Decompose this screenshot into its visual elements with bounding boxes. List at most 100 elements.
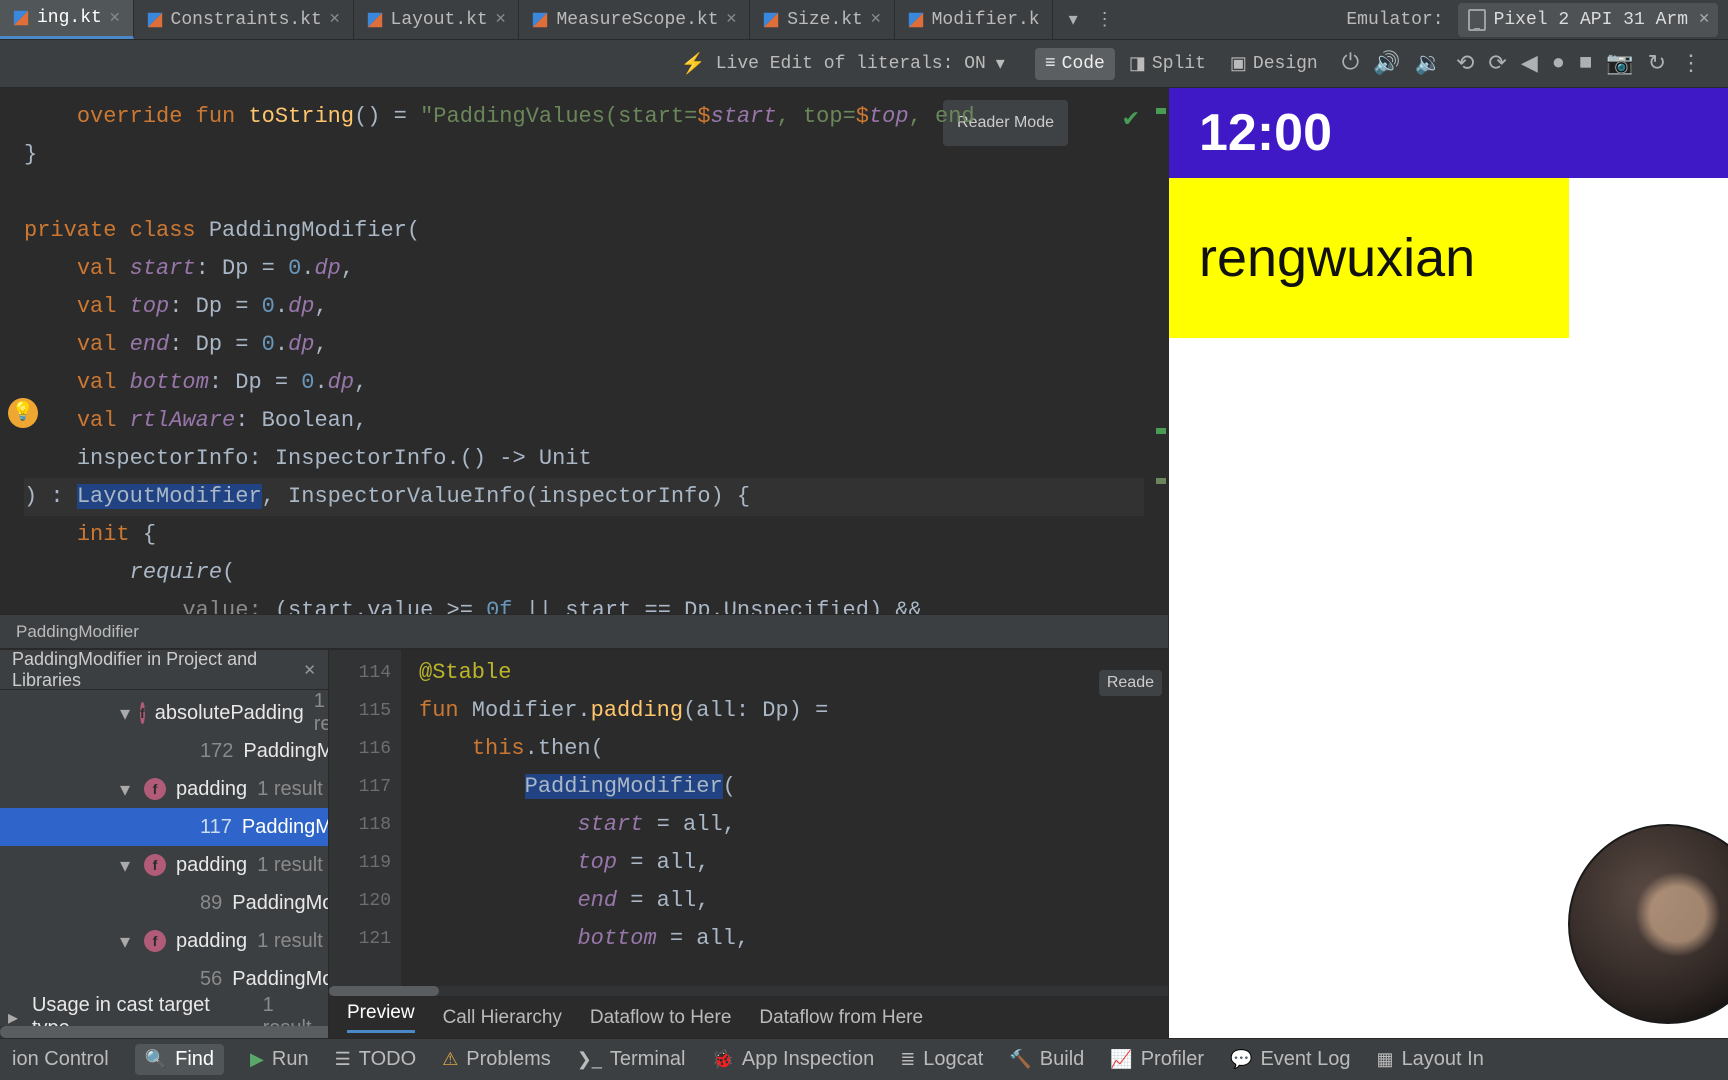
tw-run[interactable]: ▶ Run: [250, 1048, 309, 1071]
screenshot-icon[interactable]: 📷: [1606, 51, 1633, 77]
volume-down-icon[interactable]: 🔉: [1415, 51, 1442, 77]
close-icon[interactable]: ✕: [109, 10, 121, 27]
emulator-section: Emulator: Pixel 2 API 31 Arm ✕: [1336, 0, 1728, 39]
view-code-button[interactable]: ≡ Code: [1035, 48, 1115, 80]
code-content[interactable]: override fun toString() = "PaddingValues…: [0, 88, 1168, 614]
warning-icon: ⚠: [442, 1049, 458, 1070]
power-icon[interactable]: ⏻: [1342, 51, 1359, 76]
find-group-row[interactable]: f padding 1 result: [0, 770, 328, 808]
tw-label: TODO: [359, 1048, 416, 1071]
view-split-button[interactable]: ◨ Split: [1119, 47, 1216, 81]
close-icon[interactable]: ✕: [726, 11, 738, 28]
expand-icon[interactable]: [120, 929, 134, 954]
line-number-gutter: 114 115 116 117 118 119 120 121: [329, 650, 401, 986]
find-usage-row[interactable]: 89 PaddingModifier(: [0, 884, 328, 922]
expand-icon[interactable]: [120, 777, 134, 802]
live-edit-toggle[interactable]: ⚡ Live Edit of literals: ON ▾: [681, 51, 1005, 77]
bolt-icon: ⚡: [681, 51, 706, 77]
close-icon[interactable]: ✕: [1698, 11, 1710, 28]
expand-icon[interactable]: [120, 701, 130, 726]
find-group-row[interactable]: f padding 1 result: [0, 922, 328, 960]
close-icon[interactable]: ✕: [870, 11, 882, 28]
find-title: PaddingModifier in Project and Libraries: [12, 649, 287, 691]
function-icon: f: [140, 702, 145, 724]
terminal-icon: ❯_: [577, 1049, 602, 1070]
tw-problems[interactable]: ⚠ Problems: [442, 1048, 551, 1071]
close-icon[interactable]: ✕: [329, 11, 341, 28]
emulator-controls: ⏻ 🔊 🔉 ⟲ ⟳ ◀ ● ■ 📷 ↻ ⋮: [1328, 40, 1716, 87]
find-usage-row[interactable]: 172 PaddingModifier(: [0, 732, 328, 770]
tw-layout-inspector[interactable]: ▦ Layout In: [1377, 1048, 1484, 1071]
emulator-label: Emulator:: [1346, 10, 1443, 30]
expand-icon[interactable]: [120, 853, 134, 878]
preview-code-content[interactable]: @Stable fun Modifier.padding(all: Dp) = …: [401, 650, 828, 986]
kotlin-file-icon: [762, 11, 780, 29]
split-icon: ◨: [1129, 53, 1146, 75]
find-preview-pane: Reade 114 115 116 117 118 119 120 121 @S…: [328, 650, 1168, 1038]
volume-up-icon[interactable]: 🔊: [1373, 51, 1400, 77]
tab-preview[interactable]: Preview: [347, 1002, 415, 1033]
tw-label: App Inspection: [742, 1048, 874, 1071]
profiler-icon: 📈: [1110, 1049, 1132, 1070]
reader-mode-badge[interactable]: Reade: [1099, 670, 1162, 696]
view-design-button[interactable]: ▣ Design: [1220, 47, 1328, 81]
tab-file-2[interactable]: Layout.kt ✕: [354, 0, 520, 39]
tab-file-1[interactable]: Constraints.kt ✕: [134, 0, 354, 39]
clock-label: 12:00: [1199, 103, 1332, 163]
breadcrumb[interactable]: PaddingModifier: [0, 614, 1168, 648]
more-icon[interactable]: ⋮: [1680, 51, 1702, 77]
back-icon[interactable]: ◀: [1521, 51, 1538, 77]
scrollbar-thumb[interactable]: [0, 1026, 328, 1038]
find-usage-row[interactable]: 56 PaddingModifier(: [0, 960, 328, 998]
rotate-right-icon[interactable]: ⟳: [1488, 51, 1506, 77]
preview-code[interactable]: 114 115 116 117 118 119 120 121 @Stable …: [329, 650, 1168, 986]
tab-label: Constraints.kt: [171, 10, 322, 30]
tab-dataflow-from[interactable]: Dataflow from Here: [759, 1007, 923, 1029]
overview-icon[interactable]: ■: [1579, 51, 1592, 76]
logcat-icon: ≣: [900, 1049, 915, 1070]
chevron-down-icon[interactable]: ▾: [1069, 9, 1078, 31]
more-icon[interactable]: ⋮: [1096, 9, 1114, 31]
kotlin-file-icon: [146, 11, 164, 29]
tw-find[interactable]: 🔍 Find: [135, 1044, 224, 1075]
find-results-tree[interactable]: f absolutePadding 1 result 172 PaddingMo…: [0, 690, 328, 1038]
tab-overflow: ▾ ⋮: [1053, 9, 1130, 31]
tw-version-control[interactable]: ion Control: [12, 1048, 109, 1071]
tw-build[interactable]: 🔨 Build: [1009, 1048, 1084, 1071]
find-usage-row[interactable]: 117 PaddingModifier(: [0, 808, 328, 846]
tab-dataflow-to[interactable]: Dataflow to Here: [590, 1007, 732, 1029]
find-group-row[interactable]: f padding 1 result: [0, 846, 328, 884]
device-name: Pixel 2 API 31 Arm: [1494, 10, 1688, 30]
tw-label: Run: [272, 1048, 309, 1071]
tab-label: Modifier.k: [932, 10, 1040, 30]
tw-app-inspection[interactable]: 🐞 App Inspection: [711, 1048, 874, 1071]
tw-label: Profiler: [1141, 1048, 1204, 1071]
tab-file-3[interactable]: MeasureScope.kt ✕: [519, 0, 750, 39]
app-text: rengwuxian: [1199, 227, 1475, 289]
close-icon[interactable]: ✕: [495, 11, 507, 28]
breadcrumb-item[interactable]: PaddingModifier: [16, 622, 139, 642]
reset-icon[interactable]: ↻: [1648, 51, 1666, 77]
view-label: Code: [1062, 54, 1105, 74]
tw-terminal[interactable]: ❯_ Terminal: [577, 1048, 686, 1071]
home-icon[interactable]: ●: [1552, 51, 1565, 76]
horizontal-scrollbar[interactable]: [0, 1026, 328, 1038]
device-selector[interactable]: Pixel 2 API 31 Arm ✕: [1458, 3, 1718, 37]
tab-file-0[interactable]: ing.kt ✕: [0, 0, 134, 39]
code-editor[interactable]: Reader Mode ✔ 💡 override fun toString() …: [0, 88, 1168, 614]
tab-call-hierarchy[interactable]: Call Hierarchy: [443, 1007, 562, 1029]
tw-profiler[interactable]: 📈 Profiler: [1110, 1048, 1204, 1071]
tool-window-bar: ion Control 🔍 Find ▶ Run ☰ TODO ⚠ Proble…: [0, 1038, 1728, 1080]
hammer-icon: 🔨: [1009, 1049, 1031, 1070]
horizontal-scrollbar[interactable]: [329, 986, 1168, 996]
find-group-row[interactable]: f absolutePadding 1 result: [0, 694, 328, 732]
tw-logcat[interactable]: ≣ Logcat: [900, 1048, 983, 1071]
scrollbar-thumb[interactable]: [329, 986, 439, 996]
device-icon: [1468, 9, 1486, 31]
tw-todo[interactable]: ☰ TODO: [335, 1048, 417, 1071]
tab-file-5[interactable]: Modifier.k: [895, 0, 1053, 39]
close-icon[interactable]: ✕: [303, 661, 316, 679]
tab-file-4[interactable]: Size.kt ✕: [750, 0, 894, 39]
tw-event-log[interactable]: 💬 Event Log: [1230, 1048, 1351, 1071]
rotate-left-icon[interactable]: ⟲: [1456, 51, 1474, 77]
